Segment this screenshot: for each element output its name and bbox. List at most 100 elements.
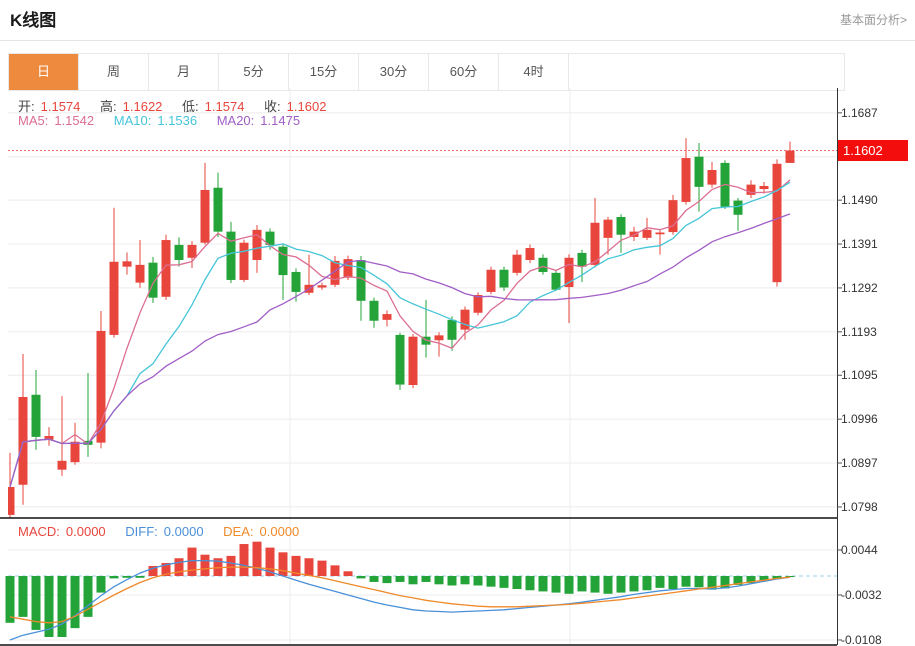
close-value: 1.1602 [287,99,327,114]
macd-hist-bar [461,576,470,584]
candle-body [747,185,756,195]
candle-body [487,270,496,292]
macd-hist-bar [656,576,665,588]
candle-body [149,263,158,298]
candle-body [292,272,301,292]
macd-hist-bar [539,576,548,591]
macd-hist-bar [435,576,444,584]
candle-body [552,273,561,290]
dea-value: 0.0000 [260,524,300,539]
candle-body [760,186,769,189]
candle-body [383,314,392,320]
macd-hist-bar [253,542,262,576]
macd-hist-bar [71,576,80,628]
macd-hist-bar [695,576,704,587]
candle-body [773,164,782,282]
macd-tick-label: -0.0032 [841,588,882,602]
ma10-value: 1.1536 [157,113,197,128]
price-tick-label: 1.0798 [841,500,878,514]
candle-body [175,245,184,260]
macd-hist-bar [383,576,392,583]
candle-body [32,395,41,437]
candle-body [682,158,691,202]
candle-body [578,253,587,267]
candle-body [526,248,535,260]
diff-value: 0.0000 [164,524,204,539]
candle-body [734,201,743,215]
low-label: 低: [182,99,199,114]
ma-legend: MA5:1.1542 MA10:1.1536 MA20:1.1475 [18,113,316,128]
candle-body [474,295,483,313]
macd-hist-bar [487,576,496,587]
candle-body [318,285,327,287]
price-tick-label: 1.1687 [841,106,878,120]
candle-body [461,310,470,330]
macd-value: 0.0000 [66,524,106,539]
candle-body [617,217,626,235]
macd-hist-bar [669,576,678,589]
dea-label: DEA: [223,524,253,539]
macd-hist-bar [604,576,613,594]
macd-hist-bar [110,576,119,578]
candle-body [136,265,145,283]
macd-hist-bar [552,576,561,593]
macd-hist-bar [19,576,28,617]
macd-hist-bar [331,565,340,576]
candle-body [240,243,249,280]
candle-body [539,258,548,272]
macd-hist-bar [500,576,509,588]
candle-body [19,397,28,485]
close-label: 收: [264,99,281,114]
macd-hist-bar [409,576,418,584]
macd-label: MACD: [18,524,60,539]
macd-hist-bar [396,576,405,582]
macd-tick-label: -0.0108 [841,633,882,646]
candle-body [409,337,418,385]
macd-hist-bar [279,552,288,576]
macd-hist-bar [58,576,67,637]
kline-widget: K线图 基本面分析> 日周月5分15分30分60分4时 开:1.1574 高:1… [0,0,915,646]
candle-body [370,301,379,321]
current-price-tag: 1.1602 [838,140,908,161]
low-value: 1.1574 [205,99,245,114]
price-tick-label: 1.1490 [841,193,878,207]
candle-body [110,262,119,335]
candle-body [396,335,405,385]
price-tick-label: 1.1391 [841,237,878,251]
price-tick-label: 1.1292 [841,281,878,295]
ma5-value: 1.1542 [54,113,94,128]
high-value: 1.1622 [123,99,163,114]
macd-hist-bar [526,576,535,590]
candle-body [500,270,509,288]
candle-body [214,188,223,232]
macd-hist-bar [474,576,483,585]
macd-hist-bar [357,576,366,578]
macd-hist-bar [422,576,431,582]
price-tick-label: 1.1193 [841,325,877,339]
open-value: 1.1574 [41,99,81,114]
candle-body [279,247,288,275]
candle-body [123,261,132,266]
macd-hist-bar [97,576,106,593]
diff-label: DIFF: [125,524,158,539]
candle-body [708,170,717,185]
macd-legend: MACD: 0.0000 DIFF: 0.0000 DEA: 0.0000 [18,524,315,539]
ma20-value: 1.1475 [260,113,300,128]
macd-hist-bar [318,561,327,576]
macd-hist-bar [565,576,574,594]
candle-body [188,245,197,258]
high-label: 高: [100,99,117,114]
macd-hist-bar [6,576,15,623]
macd-hist-bar [201,555,210,576]
candle-body [786,151,795,163]
macd-hist-bar [682,576,691,587]
candle-body [656,233,665,235]
candle-body [643,230,652,238]
candle-body [604,220,613,238]
macd-hist-bar [188,548,197,576]
candle-body [201,190,210,243]
macd-hist-bar [370,576,379,582]
open-label: 开: [18,99,35,114]
candle-body [435,335,444,340]
candle-body [448,320,457,340]
